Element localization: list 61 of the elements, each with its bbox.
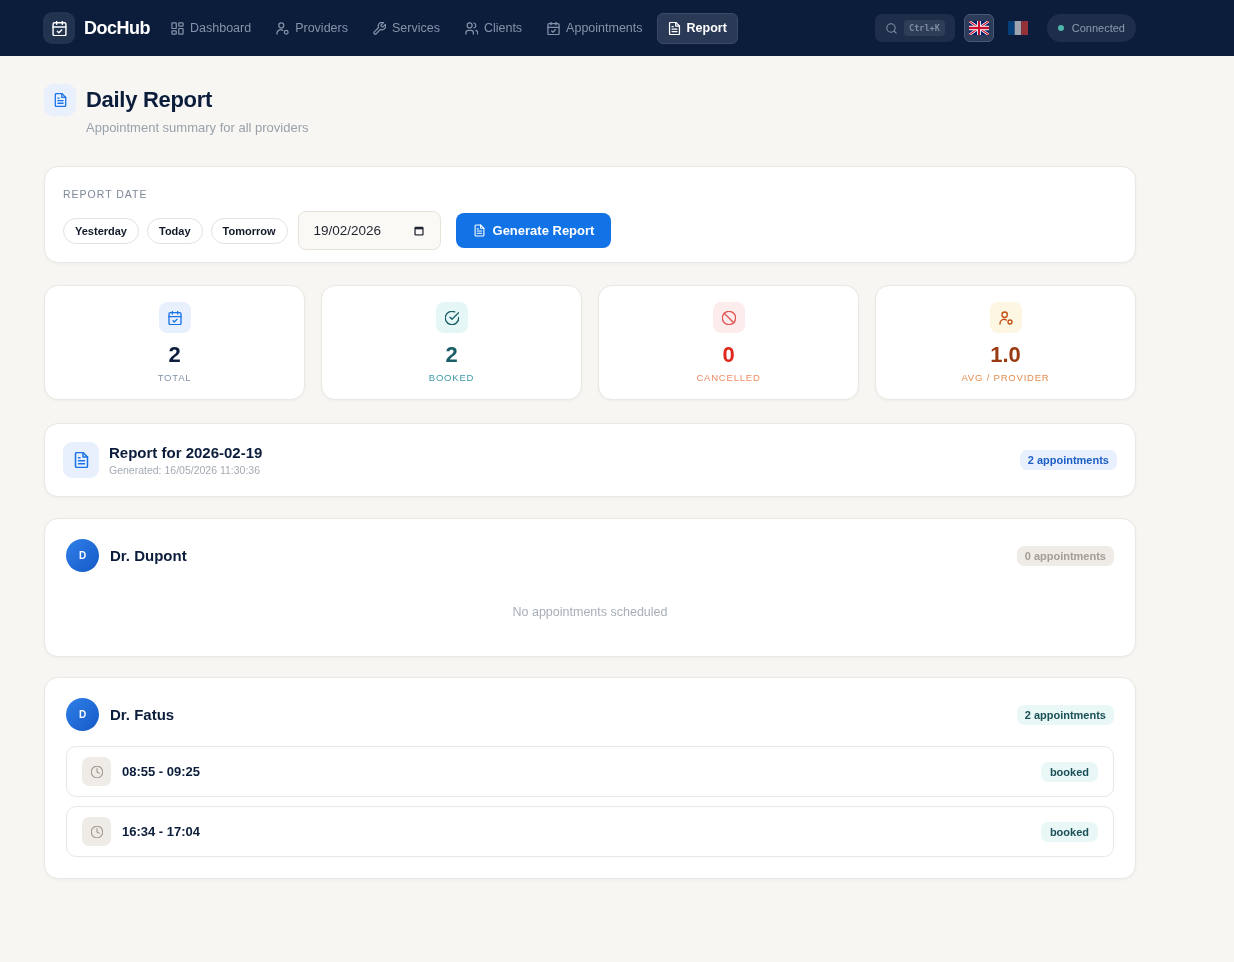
stat-value: 1.0: [990, 342, 1021, 368]
shortcut-key: Ctrl+K: [904, 20, 945, 36]
generated-timestamp: Generated: 16/05/2026 11:30:36: [109, 464, 261, 476]
nav-tab[interactable]: Report: [656, 12, 738, 44]
empty-message: No appointments scheduled: [512, 605, 668, 619]
page-subtitle: Appointment summary for all providers: [86, 120, 309, 135]
nav-tab[interactable]: Dashboard: [160, 12, 263, 44]
nav-tab[interactable]: Appointments: [536, 12, 654, 44]
appointment-count-badge: 2 appointments: [1019, 450, 1117, 470]
appointment-count-badge: 2 appointments: [1016, 704, 1114, 725]
stat-label: AVG / PROVIDER: [961, 372, 1050, 383]
date-preset-button[interactable]: Tomorrow: [210, 217, 288, 244]
search-icon: [886, 22, 898, 34]
report-title: Report for 2026-02-19: [109, 444, 263, 461]
date-field[interactable]: 19/02/2026: [297, 211, 441, 250]
date-preset-button[interactable]: Today: [147, 217, 203, 244]
stat-label: TOTAL: [157, 372, 192, 383]
status-badge: booked: [1040, 821, 1098, 842]
grid-icon: [171, 21, 184, 35]
provider-name: Dr. Dupont: [110, 547, 187, 564]
person-icon: [276, 21, 290, 35]
status-badge: booked: [1040, 761, 1098, 782]
status-label: Connected: [1071, 22, 1125, 34]
users-icon: [464, 21, 478, 35]
brand-name[interactable]: DocHub: [84, 17, 150, 39]
clock-icon: [82, 757, 111, 786]
stat-value: 2: [168, 342, 181, 368]
provider-name: Dr. Fatus: [110, 706, 175, 723]
document-icon: [63, 442, 99, 478]
ban-icon: [712, 302, 745, 333]
field-label: REPORT DATE: [63, 188, 148, 200]
france-flag-icon: [1007, 21, 1028, 35]
nav-tab[interactable]: Clients: [453, 12, 534, 44]
appointment-row[interactable]: 08:55 - 09:25 booked: [66, 746, 1114, 797]
appointment-row[interactable]: 16:34 - 17:04 booked: [66, 806, 1114, 857]
generate-report-button[interactable]: Generate Report: [455, 213, 612, 248]
appointment-time: 08:55 - 09:25: [122, 764, 201, 779]
calendar-check-icon: [158, 302, 191, 333]
calendar-icon: [413, 225, 424, 236]
stat-label: BOOKED: [428, 372, 475, 383]
clock-icon: [82, 817, 111, 846]
document-icon: [667, 21, 681, 35]
document-icon: [473, 224, 485, 237]
appointment-time: 16:34 - 17:04: [122, 824, 201, 839]
document-icon: [44, 84, 76, 116]
wrench-icon: [372, 21, 386, 35]
provider-avatar: D: [66, 539, 99, 572]
calendar-check-icon: [43, 12, 75, 44]
provider-avatar: D: [66, 698, 99, 731]
stat-label: CANCELLED: [696, 372, 761, 383]
person-icon: [989, 302, 1022, 333]
appointment-count-badge: 0 appointments: [1016, 545, 1114, 566]
nav-tab[interactable]: Services: [361, 12, 451, 44]
page-title: Daily Report: [86, 86, 213, 114]
date-preset-button[interactable]: Yesterday: [63, 217, 139, 244]
uk-flag-icon: [968, 21, 989, 35]
stat-value: 0: [722, 342, 735, 368]
nav-tab[interactable]: Providers: [265, 12, 359, 44]
stat-value: 2: [445, 342, 458, 368]
language-button[interactable]: [963, 14, 994, 42]
calendar-check-icon: [547, 21, 561, 35]
